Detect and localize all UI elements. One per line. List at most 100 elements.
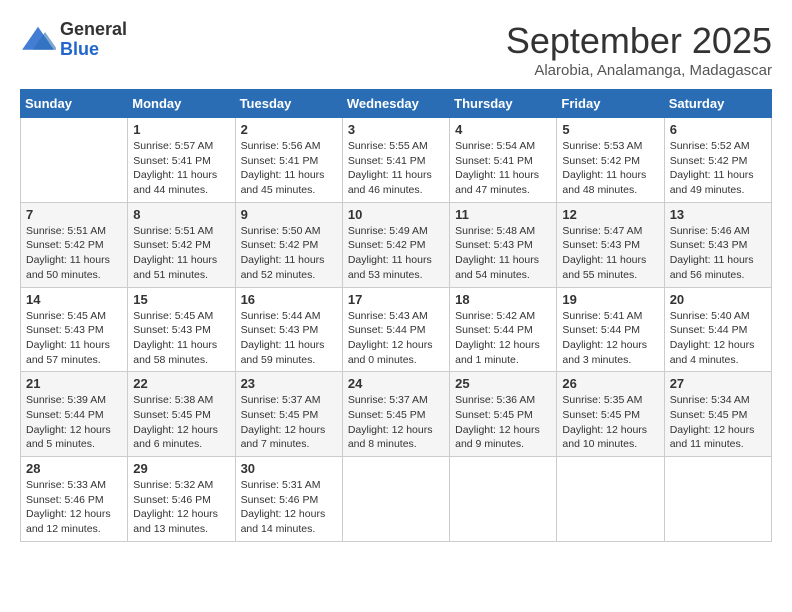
calendar-cell: 12 Sunrise: 5:47 AM Sunset: 5:43 PM Dayli… xyxy=(557,202,664,287)
calendar-cell: 20 Sunrise: 5:40 AM Sunset: 5:44 PM Dayli… xyxy=(664,287,771,372)
calendar-body: 1Sunrise: 5:57 AM Sunset: 5:41 PM Daylig… xyxy=(21,118,772,542)
day-number: 27 xyxy=(670,376,766,391)
calendar-cell: 1Sunrise: 5:57 AM Sunset: 5:41 PM Daylig… xyxy=(128,118,235,203)
day-info: Sunrise: 5:52 AM Sunset: 5:42 PM Dayligh… xyxy=(670,139,766,198)
calendar-cell: 30 Sunrise: 5:31 AM Sunset: 5:46 PM Dayli… xyxy=(235,457,342,542)
calendar-cell: 18Sunrise: 5:42 AM Sunset: 5:44 PM Dayli… xyxy=(450,287,557,372)
week-row-3: 14Sunrise: 5:45 AM Sunset: 5:43 PM Dayli… xyxy=(21,287,772,372)
calendar-cell: 21 Sunrise: 5:39 AM Sunset: 5:44 PM Dayli… xyxy=(21,372,128,457)
calendar-cell: 3 Sunrise: 5:55 AM Sunset: 5:41 PM Daylig… xyxy=(342,118,449,203)
day-info: Sunrise: 5:44 AM Sunset: 5:43 PM Dayligh… xyxy=(241,309,337,368)
day-info: Sunrise: 5:47 AM Sunset: 5:43 PM Dayligh… xyxy=(562,224,658,283)
day-info: Sunrise: 5:39 AM Sunset: 5:44 PM Dayligh… xyxy=(26,393,122,452)
calendar-cell: 25 Sunrise: 5:36 AM Sunset: 5:45 PM Dayli… xyxy=(450,372,557,457)
day-info: Sunrise: 5:40 AM Sunset: 5:44 PM Dayligh… xyxy=(670,309,766,368)
day-info: Sunrise: 5:37 AM Sunset: 5:45 PM Dayligh… xyxy=(348,393,444,452)
day-number: 12 xyxy=(562,207,658,222)
day-number: 8 xyxy=(133,207,229,222)
calendar-cell: 2Sunrise: 5:56 AM Sunset: 5:41 PM Daylig… xyxy=(235,118,342,203)
day-info: Sunrise: 5:49 AM Sunset: 5:42 PM Dayligh… xyxy=(348,224,444,283)
day-number: 13 xyxy=(670,207,766,222)
day-number: 17 xyxy=(348,292,444,307)
calendar-table: SundayMondayTuesdayWednesdayThursdayFrid… xyxy=(20,89,772,542)
calendar-cell: 26 Sunrise: 5:35 AM Sunset: 5:45 PM Dayli… xyxy=(557,372,664,457)
day-info: Sunrise: 5:48 AM Sunset: 5:43 PM Dayligh… xyxy=(455,224,551,283)
day-info: Sunrise: 5:37 AM Sunset: 5:45 PM Dayligh… xyxy=(241,393,337,452)
week-row-1: 1Sunrise: 5:57 AM Sunset: 5:41 PM Daylig… xyxy=(21,118,772,203)
calendar-cell: 27 Sunrise: 5:34 AM Sunset: 5:45 PM Dayli… xyxy=(664,372,771,457)
day-number: 3 xyxy=(348,122,444,137)
calendar-cell: 10Sunrise: 5:49 AM Sunset: 5:42 PM Dayli… xyxy=(342,202,449,287)
week-row-5: 28Sunrise: 5:33 AM Sunset: 5:46 PM Dayli… xyxy=(21,457,772,542)
day-number: 21 xyxy=(26,376,122,391)
calendar-cell: 11 Sunrise: 5:48 AM Sunset: 5:43 PM Dayli… xyxy=(450,202,557,287)
location-subtitle: Alarobia, Analamanga, Madagascar xyxy=(506,62,772,79)
calendar-cell xyxy=(21,118,128,203)
day-info: Sunrise: 5:45 AM Sunset: 5:43 PM Dayligh… xyxy=(133,309,229,368)
calendar-cell xyxy=(450,457,557,542)
day-info: Sunrise: 5:41 AM Sunset: 5:44 PM Dayligh… xyxy=(562,309,658,368)
logo: General Blue xyxy=(20,20,127,60)
day-info: Sunrise: 5:55 AM Sunset: 5:41 PM Dayligh… xyxy=(348,139,444,198)
calendar-cell: 8 Sunrise: 5:51 AM Sunset: 5:42 PM Daylig… xyxy=(128,202,235,287)
day-info: Sunrise: 5:50 AM Sunset: 5:42 PM Dayligh… xyxy=(241,224,337,283)
day-info: Sunrise: 5:34 AM Sunset: 5:45 PM Dayligh… xyxy=(670,393,766,452)
calendar-cell: 23 Sunrise: 5:37 AM Sunset: 5:45 PM Dayli… xyxy=(235,372,342,457)
calendar-cell xyxy=(557,457,664,542)
day-number: 29 xyxy=(133,461,229,476)
day-number: 26 xyxy=(562,376,658,391)
calendar-cell: 4 Sunrise: 5:54 AM Sunset: 5:41 PM Daylig… xyxy=(450,118,557,203)
calendar-cell: 6 Sunrise: 5:52 AM Sunset: 5:42 PM Daylig… xyxy=(664,118,771,203)
day-number: 23 xyxy=(241,376,337,391)
day-number: 4 xyxy=(455,122,551,137)
day-number: 2 xyxy=(241,122,337,137)
page-header: General Blue September 2025 Alarobia, An… xyxy=(20,20,772,79)
title-block: September 2025 Alarobia, Analamanga, Mad… xyxy=(506,20,772,79)
calendar-cell xyxy=(342,457,449,542)
day-number: 16 xyxy=(241,292,337,307)
day-number: 5 xyxy=(562,122,658,137)
day-number: 30 xyxy=(241,461,337,476)
day-info: Sunrise: 5:42 AM Sunset: 5:44 PM Dayligh… xyxy=(455,309,551,368)
day-number: 1 xyxy=(133,122,229,137)
calendar-cell: 7 Sunrise: 5:51 AM Sunset: 5:42 PM Daylig… xyxy=(21,202,128,287)
calendar-header-row: SundayMondayTuesdayWednesdayThursdayFrid… xyxy=(21,90,772,118)
day-info: Sunrise: 5:43 AM Sunset: 5:44 PM Dayligh… xyxy=(348,309,444,368)
header-friday: Friday xyxy=(557,90,664,118)
day-info: Sunrise: 5:38 AM Sunset: 5:45 PM Dayligh… xyxy=(133,393,229,452)
day-number: 20 xyxy=(670,292,766,307)
header-wednesday: Wednesday xyxy=(342,90,449,118)
calendar-cell: 17 Sunrise: 5:43 AM Sunset: 5:44 PM Dayli… xyxy=(342,287,449,372)
day-number: 24 xyxy=(348,376,444,391)
day-number: 22 xyxy=(133,376,229,391)
day-info: Sunrise: 5:35 AM Sunset: 5:45 PM Dayligh… xyxy=(562,393,658,452)
day-number: 15 xyxy=(133,292,229,307)
header-thursday: Thursday xyxy=(450,90,557,118)
header-monday: Monday xyxy=(128,90,235,118)
day-info: Sunrise: 5:45 AM Sunset: 5:43 PM Dayligh… xyxy=(26,309,122,368)
day-info: Sunrise: 5:33 AM Sunset: 5:46 PM Dayligh… xyxy=(26,478,122,537)
day-info: Sunrise: 5:36 AM Sunset: 5:45 PM Dayligh… xyxy=(455,393,551,452)
calendar-cell: 28Sunrise: 5:33 AM Sunset: 5:46 PM Dayli… xyxy=(21,457,128,542)
day-info: Sunrise: 5:51 AM Sunset: 5:42 PM Dayligh… xyxy=(133,224,229,283)
day-info: Sunrise: 5:31 AM Sunset: 5:46 PM Dayligh… xyxy=(241,478,337,537)
day-number: 9 xyxy=(241,207,337,222)
logo-blue-text: Blue xyxy=(60,40,127,60)
header-tuesday: Tuesday xyxy=(235,90,342,118)
calendar-cell: 22 Sunrise: 5:38 AM Sunset: 5:45 PM Dayli… xyxy=(128,372,235,457)
calendar-cell: 15 Sunrise: 5:45 AM Sunset: 5:43 PM Dayli… xyxy=(128,287,235,372)
day-info: Sunrise: 5:32 AM Sunset: 5:46 PM Dayligh… xyxy=(133,478,229,537)
calendar-cell xyxy=(664,457,771,542)
day-number: 7 xyxy=(26,207,122,222)
day-number: 6 xyxy=(670,122,766,137)
day-info: Sunrise: 5:51 AM Sunset: 5:42 PM Dayligh… xyxy=(26,224,122,283)
day-number: 25 xyxy=(455,376,551,391)
day-info: Sunrise: 5:54 AM Sunset: 5:41 PM Dayligh… xyxy=(455,139,551,198)
calendar-cell: 9 Sunrise: 5:50 AM Sunset: 5:42 PM Daylig… xyxy=(235,202,342,287)
calendar-cell: 14Sunrise: 5:45 AM Sunset: 5:43 PM Dayli… xyxy=(21,287,128,372)
header-sunday: Sunday xyxy=(21,90,128,118)
header-saturday: Saturday xyxy=(664,90,771,118)
day-number: 19 xyxy=(562,292,658,307)
day-number: 11 xyxy=(455,207,551,222)
month-title: September 2025 xyxy=(506,20,772,62)
